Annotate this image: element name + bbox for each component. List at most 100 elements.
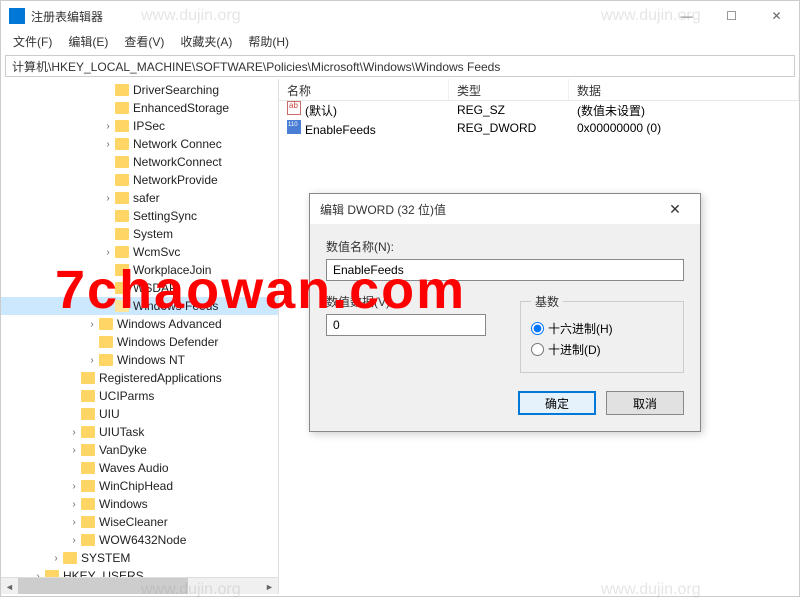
dword-value-icon xyxy=(287,120,301,134)
tree-item[interactable]: ›WcmSvc xyxy=(1,243,278,261)
tree-item[interactable]: › WOW6432Node xyxy=(1,531,278,549)
value-data-input[interactable] xyxy=(326,314,486,336)
value-data: (数值未设置) xyxy=(569,102,799,119)
expander-icon[interactable]: › xyxy=(67,517,81,528)
tree-item[interactable]: › Windows xyxy=(1,495,278,513)
base-fieldset: 基数 十六进制(H) 十进制(D) xyxy=(520,293,684,373)
list-row[interactable]: (默认) REG_SZ(数值未设置) xyxy=(279,101,799,119)
menu-edit[interactable]: 编辑(E) xyxy=(60,31,116,52)
tree-item-label: WOW6432Node xyxy=(99,533,186,547)
tree-item[interactable]: EnhancedStorage xyxy=(1,99,278,117)
tree-item[interactable]: › WiseCleaner xyxy=(1,513,278,531)
menubar: 文件(F) 编辑(E) 查看(V) 收藏夹(A) 帮助(H) xyxy=(1,31,799,53)
expander-icon[interactable]: › xyxy=(67,499,81,510)
tree-item[interactable]: DriverSearching xyxy=(1,81,278,99)
folder-icon xyxy=(115,138,129,150)
tree-item[interactable]: ›UIUTask xyxy=(1,423,278,441)
folder-icon xyxy=(81,408,95,420)
tree-item[interactable]: ›VanDyke xyxy=(1,441,278,459)
tree-horizontal-scrollbar[interactable]: ◄ ► xyxy=(1,577,278,594)
tree-item[interactable]: Waves Audio xyxy=(1,459,278,477)
address-bar[interactable]: 计算机\HKEY_LOCAL_MACHINE\SOFTWARE\Policies… xyxy=(5,55,795,77)
tree-item[interactable]: › Windows NT xyxy=(1,351,278,369)
dialog-close-button[interactable]: ✕ xyxy=(660,201,690,218)
folder-icon xyxy=(115,102,129,114)
tree-item[interactable]: WSDAPI xyxy=(1,279,278,297)
expander-icon[interactable]: › xyxy=(67,427,81,438)
tree-item-label: WorkplaceJoin xyxy=(133,263,211,277)
folder-icon xyxy=(115,120,129,132)
tree-item[interactable]: RegisteredApplications xyxy=(1,369,278,387)
value-name: (默认) xyxy=(305,104,337,118)
tree-item-label: Windows Advanced xyxy=(117,317,222,331)
expander-icon[interactable]: › xyxy=(101,139,115,150)
tree-item[interactable]: › WinChipHead xyxy=(1,477,278,495)
tree-item[interactable]: UCIParms xyxy=(1,387,278,405)
expander-icon[interactable]: › xyxy=(101,121,115,132)
expander-icon[interactable]: › xyxy=(67,445,81,456)
cancel-button[interactable]: 取消 xyxy=(606,391,684,415)
close-button[interactable]: ✕ xyxy=(754,1,799,31)
folder-icon xyxy=(115,228,129,240)
value-name: EnableFeeds xyxy=(305,123,376,137)
tree-item[interactable]: › Windows Advanced xyxy=(1,315,278,333)
dialog-title: 编辑 DWORD (32 位)值 xyxy=(320,201,660,218)
tree-item-label: NetworkConnect xyxy=(133,155,222,169)
minimize-button[interactable]: — xyxy=(664,1,709,31)
menu-help[interactable]: 帮助(H) xyxy=(240,31,297,52)
scroll-thumb[interactable] xyxy=(18,578,188,594)
folder-icon xyxy=(115,282,129,294)
column-header-type[interactable]: 类型 xyxy=(449,79,569,100)
expander-icon[interactable]: › xyxy=(67,481,81,492)
folder-icon xyxy=(81,534,95,546)
tree-item[interactable]: UIU xyxy=(1,405,278,423)
tree-item[interactable]: ›SYSTEM xyxy=(1,549,278,567)
radix-hex-radio[interactable] xyxy=(531,322,544,335)
list-row[interactable]: EnableFeedsREG_DWORD0x00000000 (0) xyxy=(279,119,799,137)
folder-icon xyxy=(115,84,129,96)
menu-view[interactable]: 查看(V) xyxy=(116,31,172,52)
value-name-label: 数值名称(N): xyxy=(326,238,684,255)
expander-icon[interactable]: › xyxy=(85,355,99,366)
radix-hex-label: 十六进制(H) xyxy=(548,320,613,337)
tree-item[interactable]: SettingSync xyxy=(1,207,278,225)
column-header-name[interactable]: 名称 xyxy=(279,79,449,100)
tree-item-label: Windows xyxy=(99,497,148,511)
expander-icon[interactable]: › xyxy=(101,193,115,204)
value-type: REG_SZ xyxy=(449,103,569,117)
value-name-input[interactable] xyxy=(326,259,684,281)
tree-item[interactable]: NetworkProvide xyxy=(1,171,278,189)
tree-item-label: RegisteredApplications xyxy=(99,371,222,385)
tree-item-label: Windows NT xyxy=(117,353,185,367)
radix-dec-radio[interactable] xyxy=(531,343,544,356)
menu-file[interactable]: 文件(F) xyxy=(5,31,60,52)
tree-item[interactable]: System xyxy=(1,225,278,243)
tree-item-label: Network Connec xyxy=(133,137,222,151)
tree-item-label: System xyxy=(133,227,173,241)
maximize-button[interactable]: ☐ xyxy=(709,1,754,31)
tree-item[interactable]: Windows Defender xyxy=(1,333,278,351)
string-value-icon xyxy=(287,101,301,115)
tree-item[interactable]: WorkplaceJoin xyxy=(1,261,278,279)
tree-item[interactable]: Windows Feeds xyxy=(1,297,278,315)
tree-item-label: UCIParms xyxy=(99,389,154,403)
folder-icon xyxy=(115,264,129,276)
tree-item[interactable]: › Network Connec xyxy=(1,135,278,153)
folder-icon xyxy=(81,426,95,438)
column-header-data[interactable]: 数据 xyxy=(569,79,799,100)
scroll-right-button[interactable]: ► xyxy=(261,578,278,594)
expander-icon[interactable]: › xyxy=(85,319,99,330)
menu-favorites[interactable]: 收藏夹(A) xyxy=(172,31,240,52)
tree-item[interactable]: ›IPSec xyxy=(1,117,278,135)
tree-item-label: WinChipHead xyxy=(99,479,173,493)
scroll-left-button[interactable]: ◄ xyxy=(1,578,18,594)
tree-item[interactable]: ›safer xyxy=(1,189,278,207)
ok-button[interactable]: 确定 xyxy=(518,391,596,415)
expander-icon[interactable]: › xyxy=(101,247,115,258)
expander-icon[interactable]: › xyxy=(67,535,81,546)
tree-item[interactable]: NetworkConnect xyxy=(1,153,278,171)
folder-icon xyxy=(115,300,129,312)
tree-item-label: WiseCleaner xyxy=(99,515,168,529)
tree-item-label: Windows Defender xyxy=(117,335,218,349)
expander-icon[interactable]: › xyxy=(49,553,63,564)
